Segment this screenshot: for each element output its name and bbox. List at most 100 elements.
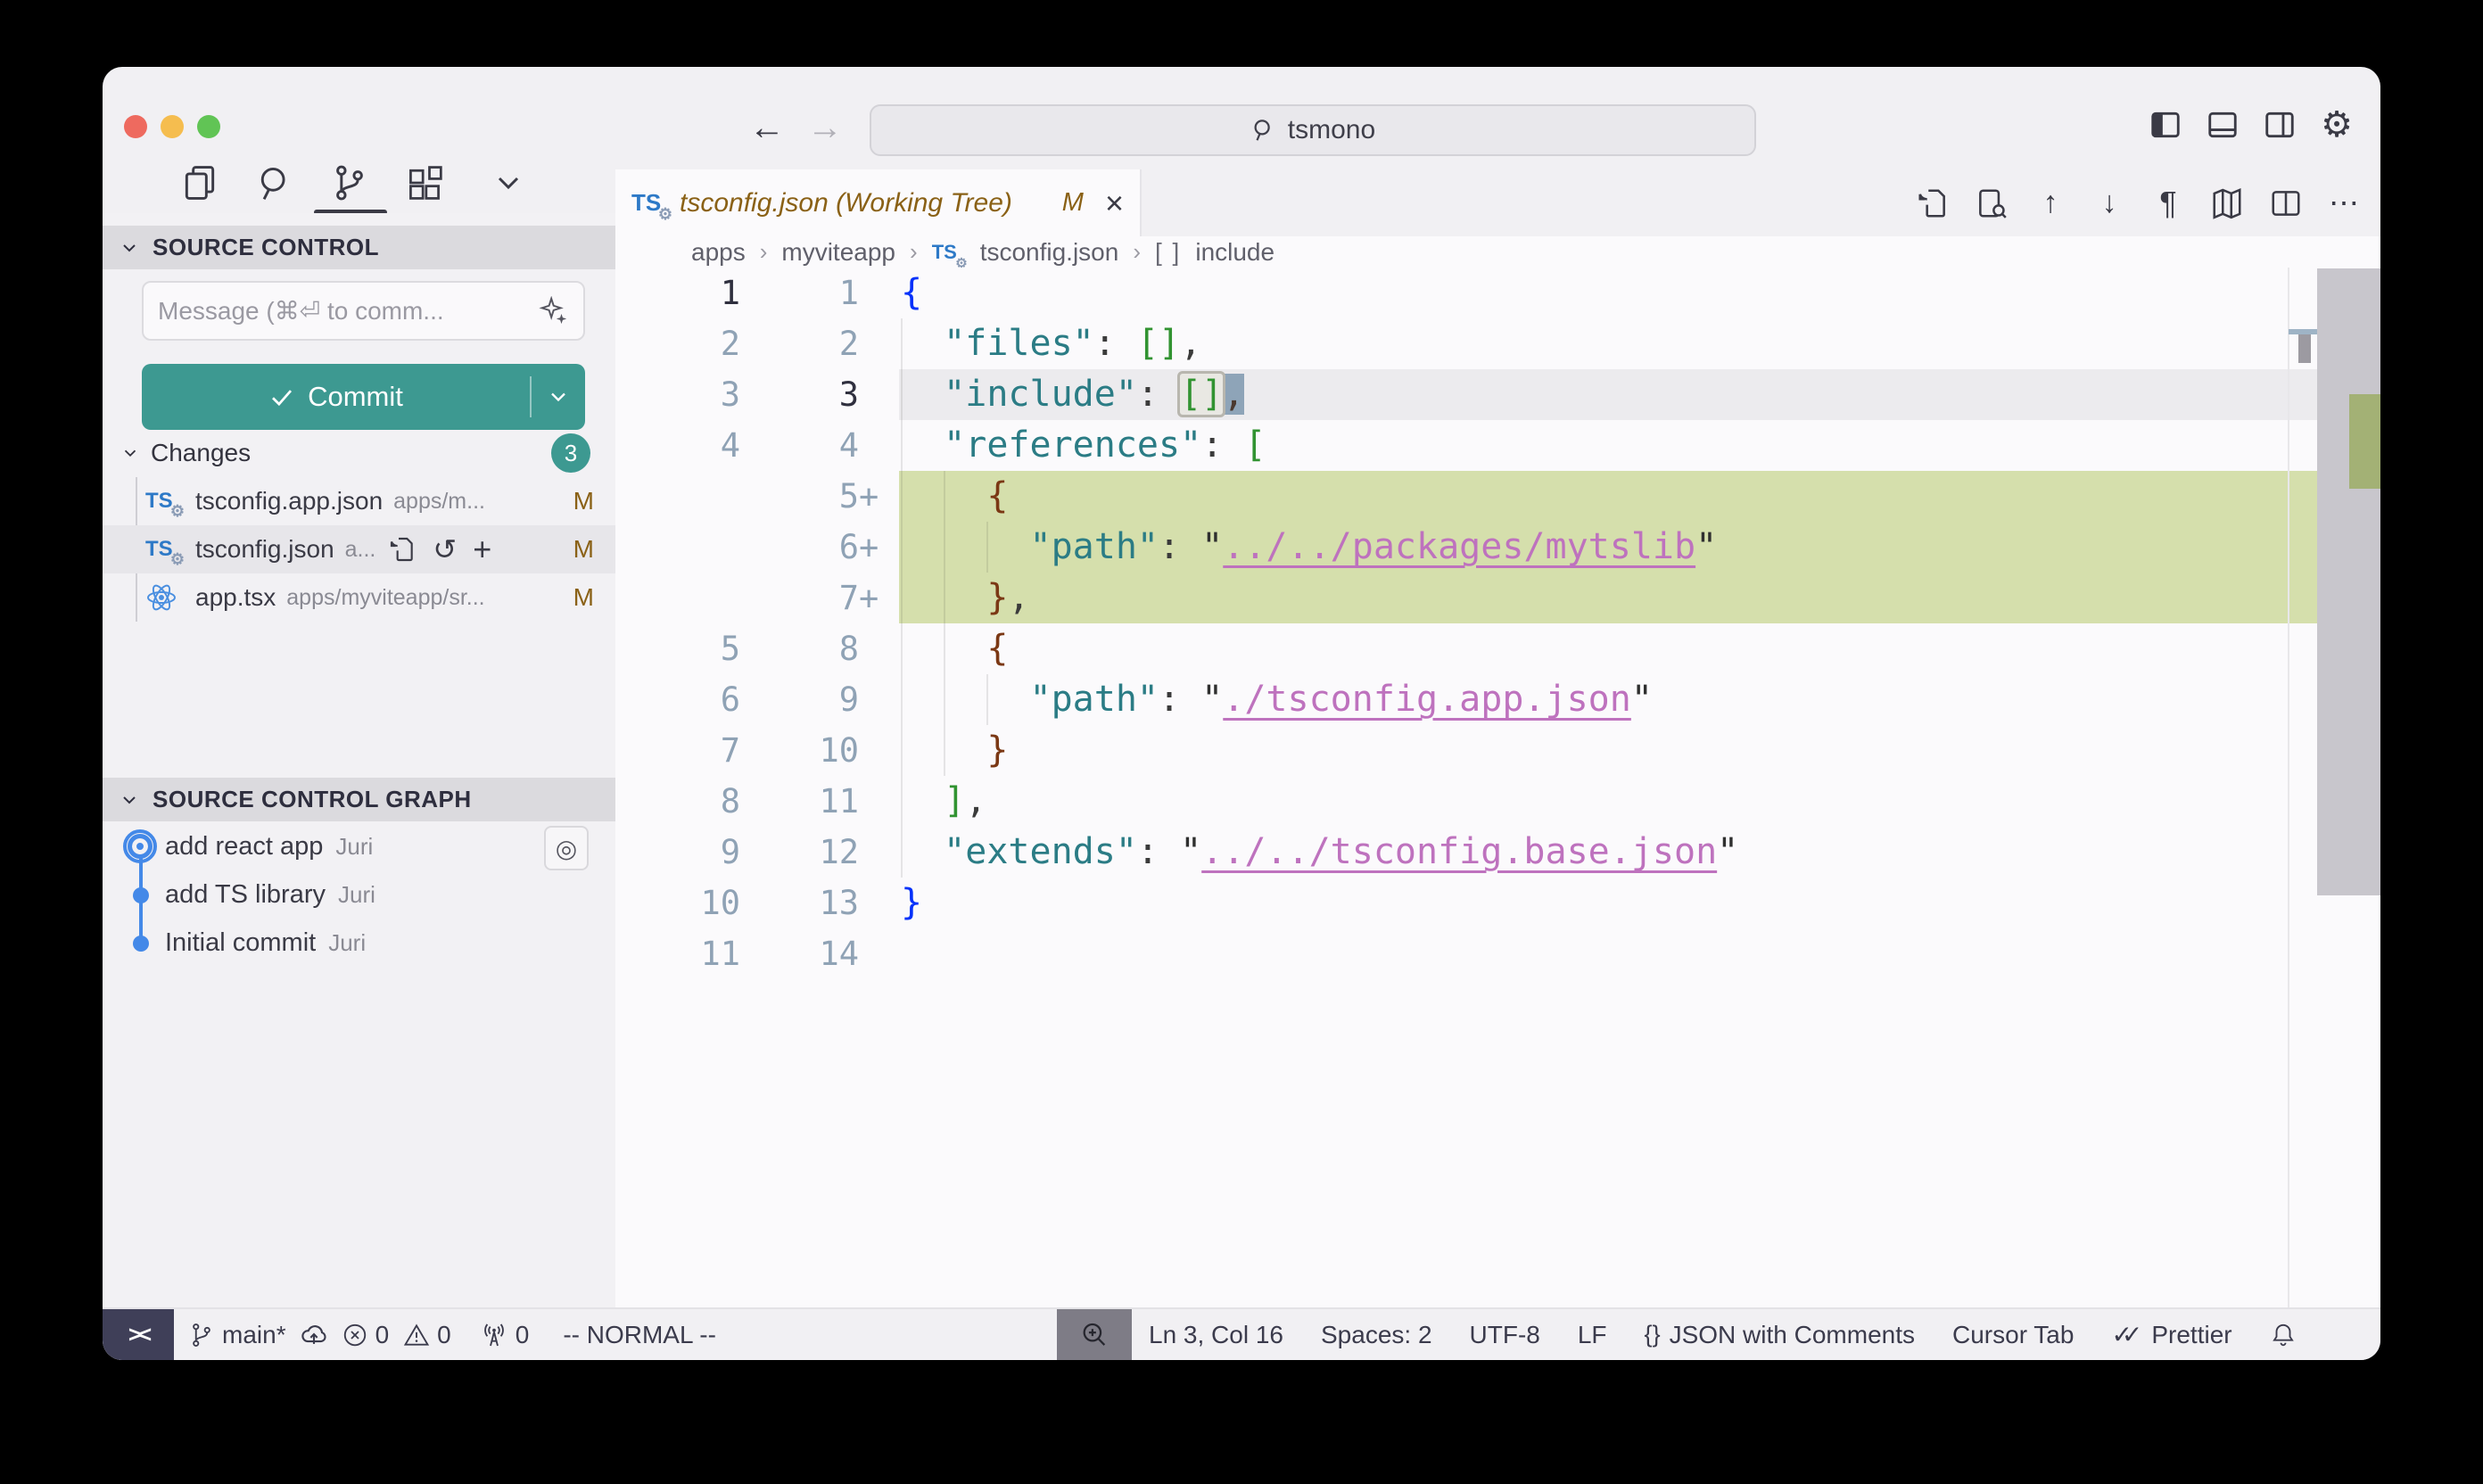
- commit-button[interactable]: Commit: [142, 364, 585, 430]
- branch-name: main*: [222, 1321, 286, 1349]
- vim-mode-indicator[interactable]: -- NORMAL --: [563, 1321, 716, 1349]
- more-actions-icon[interactable]: ⋯: [2327, 186, 2363, 221]
- next-change-icon[interactable]: ↓: [2091, 186, 2127, 221]
- line-content: "extends": "../../tsconfig.base.json": [882, 827, 1738, 878]
- ts-file-icon: TS⚙: [145, 537, 183, 562]
- code-line[interactable]: 11{: [615, 268, 2380, 318]
- code-line[interactable]: 22 "files": [],: [615, 318, 2380, 369]
- status-item[interactable]: Cursor Tab: [1952, 1321, 2074, 1349]
- code-line[interactable]: 1013}: [615, 878, 2380, 928]
- discard-changes-icon[interactable]: ↺: [433, 532, 457, 566]
- search-view-icon[interactable]: [252, 160, 298, 206]
- goto-head-target-icon[interactable]: ◎: [544, 826, 589, 870]
- error-count: 0: [375, 1321, 390, 1349]
- source-control-section-header[interactable]: SOURCE CONTROL: [103, 226, 615, 269]
- commit-row[interactable]: add react appJuri◎: [103, 822, 615, 870]
- close-window-button[interactable]: [124, 115, 147, 138]
- code-line[interactable]: 5+ {: [615, 471, 2380, 522]
- minimap-icon[interactable]: [2209, 186, 2245, 221]
- status-item[interactable]: Spaces: 2: [1321, 1321, 1432, 1349]
- code-line[interactable]: 44 "references": [: [615, 420, 2380, 471]
- accessible-diff-viewer-icon[interactable]: [1974, 186, 2009, 221]
- changed-file-row[interactable]: app.tsxapps/myviteapp/sr...M: [103, 573, 615, 622]
- branch-status-item[interactable]: main*: [188, 1321, 286, 1349]
- code-line[interactable]: 912 "extends": "../../tsconfig.base.json…: [615, 827, 2380, 878]
- braces-icon: {}: [1645, 1321, 1661, 1348]
- changed-file-row[interactable]: TS⚙tsconfig.app.jsonapps/m...M: [103, 477, 615, 525]
- minimize-window-button[interactable]: [161, 115, 184, 138]
- commit-author: Juri: [328, 929, 366, 957]
- breadcrumb: apps›myviteapp›TS⚙tsconfig.json›[ ]inclu…: [615, 236, 2380, 268]
- code-line[interactable]: 1114: [615, 928, 2380, 979]
- error-circle-icon: [342, 1322, 368, 1348]
- code-line[interactable]: 7+ },: [615, 573, 2380, 623]
- commit-dot-icon: [133, 887, 149, 903]
- code-line[interactable]: 58 {: [615, 623, 2380, 674]
- close-tab-icon[interactable]: ×: [1105, 187, 1124, 219]
- changes-section-header[interactable]: Changes 3: [103, 435, 615, 471]
- extensions-view-icon[interactable]: [401, 160, 448, 206]
- problems-status-item[interactable]: 0 0: [342, 1321, 451, 1349]
- zoom-window-button[interactable]: [197, 115, 220, 138]
- file-path: a...: [345, 537, 376, 563]
- commit-dropdown-chevron-icon[interactable]: [532, 384, 585, 409]
- open-file-icon[interactable]: [388, 535, 417, 564]
- show-whitespace-icon[interactable]: ¶: [2150, 186, 2186, 221]
- changed-file-row[interactable]: TS⚙tsconfig.jsona... ↺ + M: [103, 525, 615, 573]
- previous-change-icon[interactable]: ↑: [2033, 186, 2068, 221]
- chevron-down-icon: [119, 237, 140, 259]
- breadcrumb-item[interactable]: apps: [691, 238, 746, 267]
- commit-message: add TS library: [165, 880, 326, 910]
- status-item[interactable]: [2270, 1322, 2297, 1348]
- status-item-label: Ln 3, Col 16: [1149, 1321, 1283, 1349]
- status-item[interactable]: Ln 3, Col 16: [1149, 1321, 1283, 1349]
- modified-line-number: 1: [740, 268, 859, 318]
- code-line[interactable]: 6+ "path": "../../packages/mytslib": [615, 522, 2380, 573]
- changes-file-list: TS⚙tsconfig.app.jsonapps/m...MTS⚙tsconfi…: [103, 477, 615, 622]
- original-line-number: 7: [615, 725, 740, 776]
- more-views-chevron-icon[interactable]: [485, 160, 532, 206]
- code-line[interactable]: 69 "path": "./tsconfig.app.json": [615, 674, 2380, 725]
- breadcrumb-item[interactable]: tsconfig.json: [980, 238, 1119, 267]
- status-item[interactable]: ✓✓Prettier: [2111, 1320, 2231, 1349]
- split-editor-icon[interactable]: [2268, 186, 2304, 221]
- tab-bar: TS⚙ tsconfig.json (Working Tree) M × ↑ ↓…: [615, 169, 2380, 236]
- status-item[interactable]: {}JSON with Comments: [1645, 1321, 1915, 1349]
- sync-status-item[interactable]: [299, 1320, 329, 1350]
- remote-indicator-button[interactable]: ><: [103, 1309, 174, 1360]
- code-line[interactable]: 33 "include": [],: [615, 369, 2380, 420]
- source-control-graph-header[interactable]: SOURCE CONTROL GRAPH: [103, 778, 615, 821]
- original-line-number: 10: [615, 878, 740, 928]
- commit-author: Juri: [335, 833, 373, 861]
- commit-message: Initial commit: [165, 928, 316, 958]
- chevron-down-icon: [119, 789, 140, 811]
- open-file-icon[interactable]: [1915, 186, 1951, 221]
- status-item[interactable]: UTF-8: [1470, 1321, 1540, 1349]
- breadcrumb-item[interactable]: include: [1195, 238, 1274, 267]
- modified-line-number: 14: [740, 928, 859, 979]
- original-line-number: 2: [615, 318, 740, 369]
- line-content: }: [882, 878, 922, 928]
- modified-badge: M: [1062, 188, 1084, 218]
- scrollbar-thumb[interactable]: [2317, 268, 2380, 895]
- ports-status-item[interactable]: 0: [480, 1321, 530, 1349]
- tab-title: tsconfig.json (Working Tree): [680, 188, 1012, 218]
- commit-row[interactable]: add TS library Juri: [103, 870, 615, 919]
- status-item[interactable]: LF: [1578, 1321, 1607, 1349]
- commit-row[interactable]: Initial commit Juri: [103, 919, 615, 967]
- sparkle-icon[interactable]: [539, 296, 569, 326]
- status-item-label: Prettier: [2151, 1321, 2231, 1349]
- modified-line-number: 7: [740, 573, 859, 623]
- stage-changes-icon[interactable]: +: [473, 531, 491, 568]
- code-line[interactable]: 710 }: [615, 725, 2380, 776]
- section-title: SOURCE CONTROL: [153, 234, 379, 261]
- git-status-badge: M: [573, 535, 594, 564]
- breadcrumb-item[interactable]: myviteapp: [781, 238, 895, 267]
- source-control-view-icon[interactable]: [326, 160, 373, 206]
- commit-message-input[interactable]: Message (⌘⏎ to comm...: [142, 281, 585, 341]
- commit-author: Juri: [338, 881, 375, 909]
- explorer-icon[interactable]: [177, 160, 223, 206]
- diff-editor[interactable]: 11{22 "files": [],33 "include": [],44 "r…: [615, 268, 2380, 1307]
- code-line[interactable]: 811 ],: [615, 776, 2380, 827]
- tab-tsconfig-json[interactable]: TS⚙ tsconfig.json (Working Tree) M ×: [615, 169, 1142, 236]
